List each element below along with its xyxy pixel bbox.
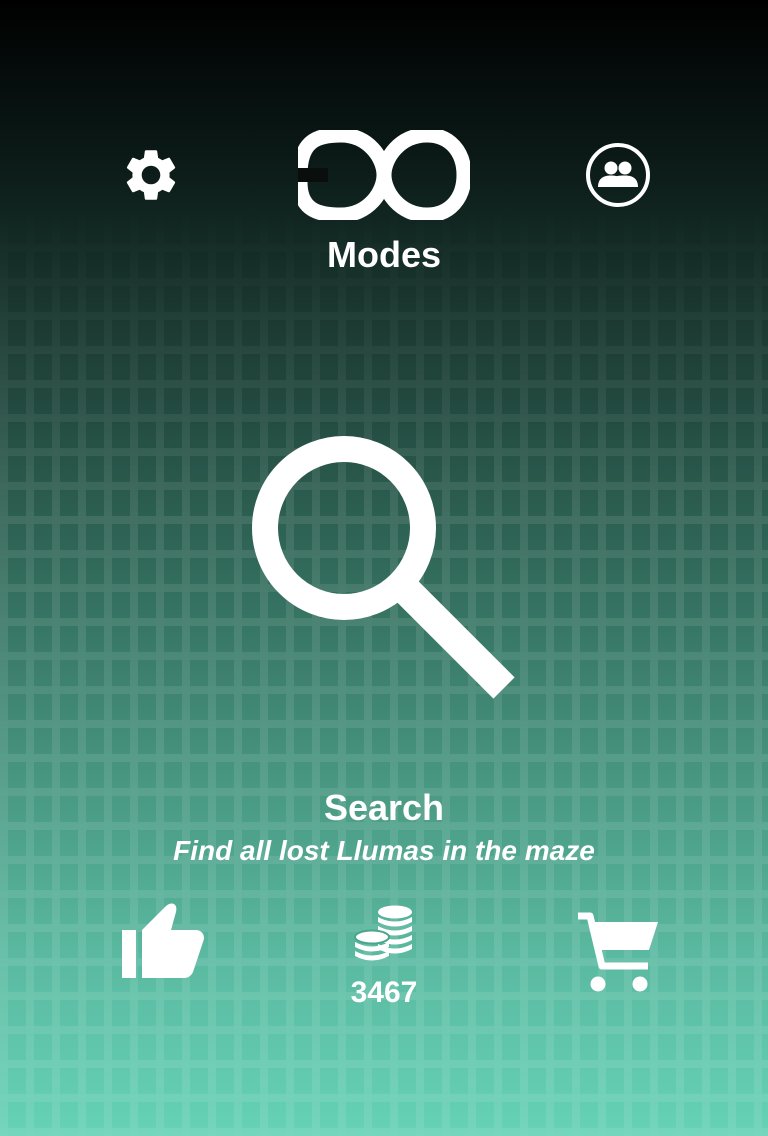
coins-count: 3467 xyxy=(350,976,418,1009)
coins-display xyxy=(352,904,416,964)
gear-icon xyxy=(126,150,176,200)
friends-button[interactable] xyxy=(585,142,651,208)
mode-title: Search xyxy=(323,787,445,828)
like-button[interactable] xyxy=(120,900,206,982)
mode-description: Find all lost Llumas in the maze xyxy=(173,835,595,866)
search-mode-button[interactable] xyxy=(250,434,518,702)
magnifier-icon xyxy=(252,436,515,699)
shopping-cart-icon xyxy=(578,912,658,992)
coin-stack-icon xyxy=(354,905,412,961)
infinity-icon xyxy=(298,130,470,220)
people-circle-icon xyxy=(586,143,650,207)
modes-button[interactable] xyxy=(298,130,470,220)
shop-button[interactable] xyxy=(576,910,660,994)
modes-label: Modes xyxy=(326,234,441,275)
thumbs-up-icon xyxy=(122,903,205,978)
settings-button[interactable] xyxy=(120,144,182,206)
